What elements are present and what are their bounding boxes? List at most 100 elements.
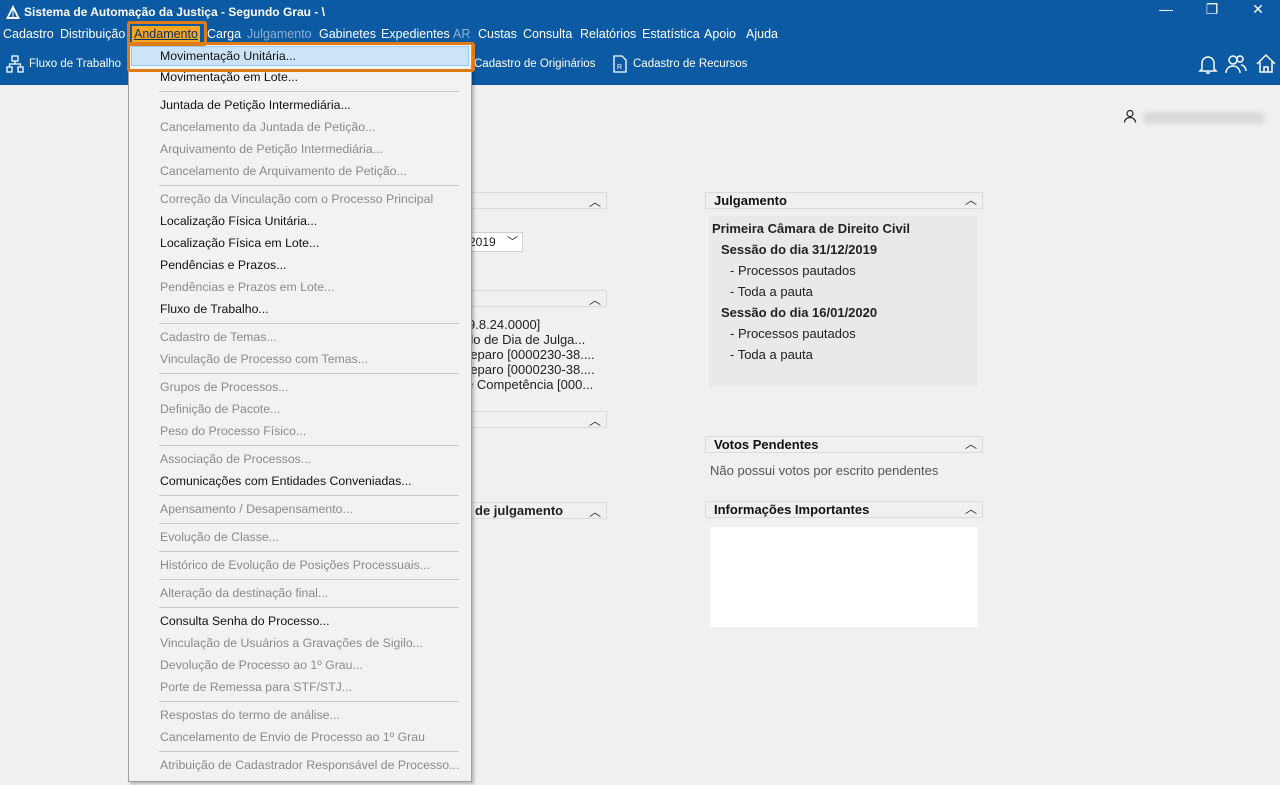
left-panel-header-1[interactable]: ︿ bbox=[466, 192, 607, 209]
julgamento-panel-header[interactable]: Julgamento ︿ bbox=[705, 192, 983, 209]
menu-consulta[interactable]: Consulta bbox=[523, 26, 572, 43]
menu-item-fluxo-trabalho[interactable]: Fluxo de Trabalho... bbox=[160, 302, 269, 316]
menu-item-alteracao-destinacao[interactable]: Alteração da destinação final... bbox=[160, 586, 328, 600]
menu-item-consulta-senha[interactable]: Consulta Senha do Processo... bbox=[160, 614, 330, 628]
menu-item-movimentacao-unitaria[interactable]: Movimentação Unitária... bbox=[131, 46, 469, 66]
info-panel-title: Informações Importantes bbox=[714, 502, 870, 517]
chevron-up-icon: ︿ bbox=[588, 414, 601, 428]
close-button[interactable]: ✕ bbox=[1235, 0, 1280, 20]
menu-item-atribuicao-cadastrador[interactable]: Atribuição de Cadastrador Responsável de… bbox=[160, 758, 459, 772]
left-panel-title: de julgamento bbox=[475, 503, 564, 518]
cadastro-recursos-button[interactable]: R Cadastro de Recursos bbox=[612, 54, 747, 74]
votos-panel-title: Votos Pendentes bbox=[714, 437, 819, 452]
votos-empty-text: Não possui votos por escrito pendentes bbox=[710, 463, 939, 478]
toda-pauta-link[interactable]: - Toda a pauta bbox=[730, 284, 813, 299]
menu-separator bbox=[159, 607, 459, 608]
menu-separator bbox=[159, 701, 459, 702]
info-panel-header[interactable]: Informações Importantes ︿ bbox=[705, 501, 983, 518]
menu-item-pendencias-prazos[interactable]: Pendências e Prazos... bbox=[160, 258, 286, 272]
menu-separator bbox=[159, 523, 459, 524]
sessao-item[interactable]: Sessão do dia 31/12/2019 bbox=[721, 242, 877, 257]
menu-separator bbox=[159, 551, 459, 552]
menu-item-apensamento[interactable]: Apensamento / Desapensamento... bbox=[160, 502, 353, 516]
list-item[interactable]: e Competência [000... bbox=[466, 377, 593, 392]
menu-item-cancelamento-juntada[interactable]: Cancelamento da Juntada de Petição... bbox=[160, 120, 375, 134]
menu-item-localizacao-lote[interactable]: Localização Física em Lote... bbox=[160, 236, 319, 250]
menu-separator bbox=[159, 323, 459, 324]
menu-separator bbox=[159, 495, 459, 496]
date-select-value: 2019 bbox=[469, 235, 496, 249]
menu-ar[interactable]: AR bbox=[453, 26, 470, 43]
menu-bar: Cadastro Distribuição Andamento Carga Ju… bbox=[0, 24, 1280, 44]
menu-item-grupos-processos[interactable]: Grupos de Processos... bbox=[160, 380, 289, 394]
menu-distribuicao[interactable]: Distribuição bbox=[60, 26, 125, 43]
menu-item-devolucao-processo[interactable]: Devolução de Processo ao 1º Grau... bbox=[160, 658, 363, 672]
menu-relatorios[interactable]: Relatórios bbox=[580, 26, 636, 43]
window-title: Sistema de Automação da Justiça - Segund… bbox=[24, 5, 325, 19]
toda-pauta-link[interactable]: - Toda a pauta bbox=[730, 347, 813, 362]
chevron-up-icon: ︿ bbox=[964, 437, 977, 451]
camara-label: Primeira Câmara de Direito Civil bbox=[712, 221, 910, 236]
menu-gabinetes[interactable]: Gabinetes bbox=[319, 26, 376, 43]
menu-item-comunicacoes-entidades[interactable]: Comunicações com Entidades Conveniadas..… bbox=[160, 474, 412, 488]
menu-item-cadastro-temas[interactable]: Cadastro de Temas... bbox=[160, 330, 277, 344]
menu-custas[interactable]: Custas bbox=[478, 26, 517, 43]
recurso-doc-icon: R bbox=[613, 55, 627, 73]
menu-item-correcao-vinculacao[interactable]: Correção da Vinculação com o Processo Pr… bbox=[160, 192, 433, 206]
list-item[interactable]: do de Dia de Julga... bbox=[466, 332, 585, 347]
chevron-down-icon: ﹀ bbox=[507, 236, 518, 248]
menu-item-arquivamento-peticao[interactable]: Arquivamento de Petição Intermediária... bbox=[160, 142, 383, 156]
menu-item-pendencias-lote[interactable]: Pendências e Prazos em Lote... bbox=[160, 280, 334, 294]
user-name-redacted bbox=[1143, 112, 1265, 124]
cadastro-originarios-label: Cadastro de Originários bbox=[474, 58, 596, 70]
menu-item-evolucao-classe[interactable]: Evolução de Classe... bbox=[160, 530, 279, 544]
chevron-up-icon: ︿ bbox=[588, 293, 601, 307]
processos-pautados-link[interactable]: - Processos pautados bbox=[730, 326, 856, 341]
list-item[interactable]: 9.8.24.0000] bbox=[468, 317, 540, 332]
menu-item-localizacao-unitaria[interactable]: Localização Física Unitária... bbox=[160, 214, 317, 228]
info-panel-body bbox=[710, 527, 978, 627]
menu-separator bbox=[159, 579, 459, 580]
svg-text:R: R bbox=[617, 64, 622, 71]
menu-item-movimentacao-lote[interactable]: Movimentação em Lote... bbox=[160, 70, 298, 84]
menu-item-associacao-processos[interactable]: Associação de Processos... bbox=[160, 452, 311, 466]
list-item[interactable]: reparo [0000230-38.... bbox=[466, 347, 595, 362]
menu-cadastro[interactable]: Cadastro bbox=[3, 26, 54, 43]
left-panel-header-2[interactable]: ︿ bbox=[466, 290, 607, 307]
menu-item-cancelamento-arquivamento[interactable]: Cancelamento de Arquivamento de Petição.… bbox=[160, 164, 407, 178]
menu-item-porte-remessa[interactable]: Porte de Remessa para STF/STJ... bbox=[160, 680, 352, 694]
menu-item-respostas-termo[interactable]: Respostas do termo de análise... bbox=[160, 708, 340, 722]
restore-button[interactable]: ❐ bbox=[1189, 0, 1235, 20]
cadastro-originarios-button[interactable]: Cadastro de Originários bbox=[474, 54, 595, 74]
menu-apoio[interactable]: Apoio bbox=[704, 26, 736, 43]
fluxo-trabalho-button[interactable]: Fluxo de Trabalho bbox=[6, 54, 121, 74]
processos-pautados-link[interactable]: - Processos pautados bbox=[730, 263, 856, 278]
list-item[interactable]: reparo [0000230-38.... bbox=[466, 362, 595, 377]
users-icon[interactable] bbox=[1224, 52, 1248, 76]
left-panel-header-4[interactable]: de julgamento ︿ bbox=[466, 502, 607, 519]
menu-item-vinculacao-temas[interactable]: Vinculação de Processo com Temas... bbox=[160, 352, 368, 366]
menu-ajuda[interactable]: Ajuda bbox=[746, 26, 778, 43]
menu-carga[interactable]: Carga bbox=[207, 26, 241, 43]
menu-item-vinculacao-usuarios[interactable]: Vinculação de Usuários a Gravações de Si… bbox=[160, 636, 423, 650]
menu-item-peso-processo[interactable]: Peso do Processo Físico... bbox=[160, 424, 306, 438]
date-select[interactable]: 2019 ﹀ bbox=[465, 232, 523, 252]
menu-estatistica[interactable]: Estatística bbox=[642, 26, 700, 43]
votos-panel-header[interactable]: Votos Pendentes ︿ bbox=[705, 436, 983, 453]
bell-icon[interactable] bbox=[1196, 52, 1220, 76]
menu-item-cancelamento-envio[interactable]: Cancelamento de Envio de Processo ao 1º … bbox=[160, 730, 425, 744]
left-panel-header-3[interactable]: ︿ bbox=[466, 411, 607, 428]
menu-expedientes[interactable]: Expedientes bbox=[381, 26, 450, 43]
fluxo-trabalho-label: Fluxo de Trabalho bbox=[29, 58, 122, 70]
menu-julgamento[interactable]: Julgamento bbox=[247, 26, 312, 43]
sessao-item[interactable]: Sessão do dia 16/01/2020 bbox=[721, 305, 877, 320]
menu-separator bbox=[159, 91, 459, 92]
home-icon[interactable] bbox=[1254, 52, 1278, 76]
menu-item-juntada-peticao[interactable]: Juntada de Petição Intermediária... bbox=[160, 98, 351, 112]
menu-item-definicao-pacote[interactable]: Definição de Pacote... bbox=[160, 402, 280, 416]
menu-andamento[interactable]: Andamento bbox=[132, 26, 200, 43]
minimize-button[interactable]: — bbox=[1143, 0, 1189, 20]
cadastro-recursos-label: Cadastro de Recursos bbox=[633, 58, 748, 70]
chevron-up-icon: ︿ bbox=[964, 502, 977, 516]
menu-item-historico-evolucao[interactable]: Histórico de Evolução de Posições Proces… bbox=[160, 558, 430, 572]
